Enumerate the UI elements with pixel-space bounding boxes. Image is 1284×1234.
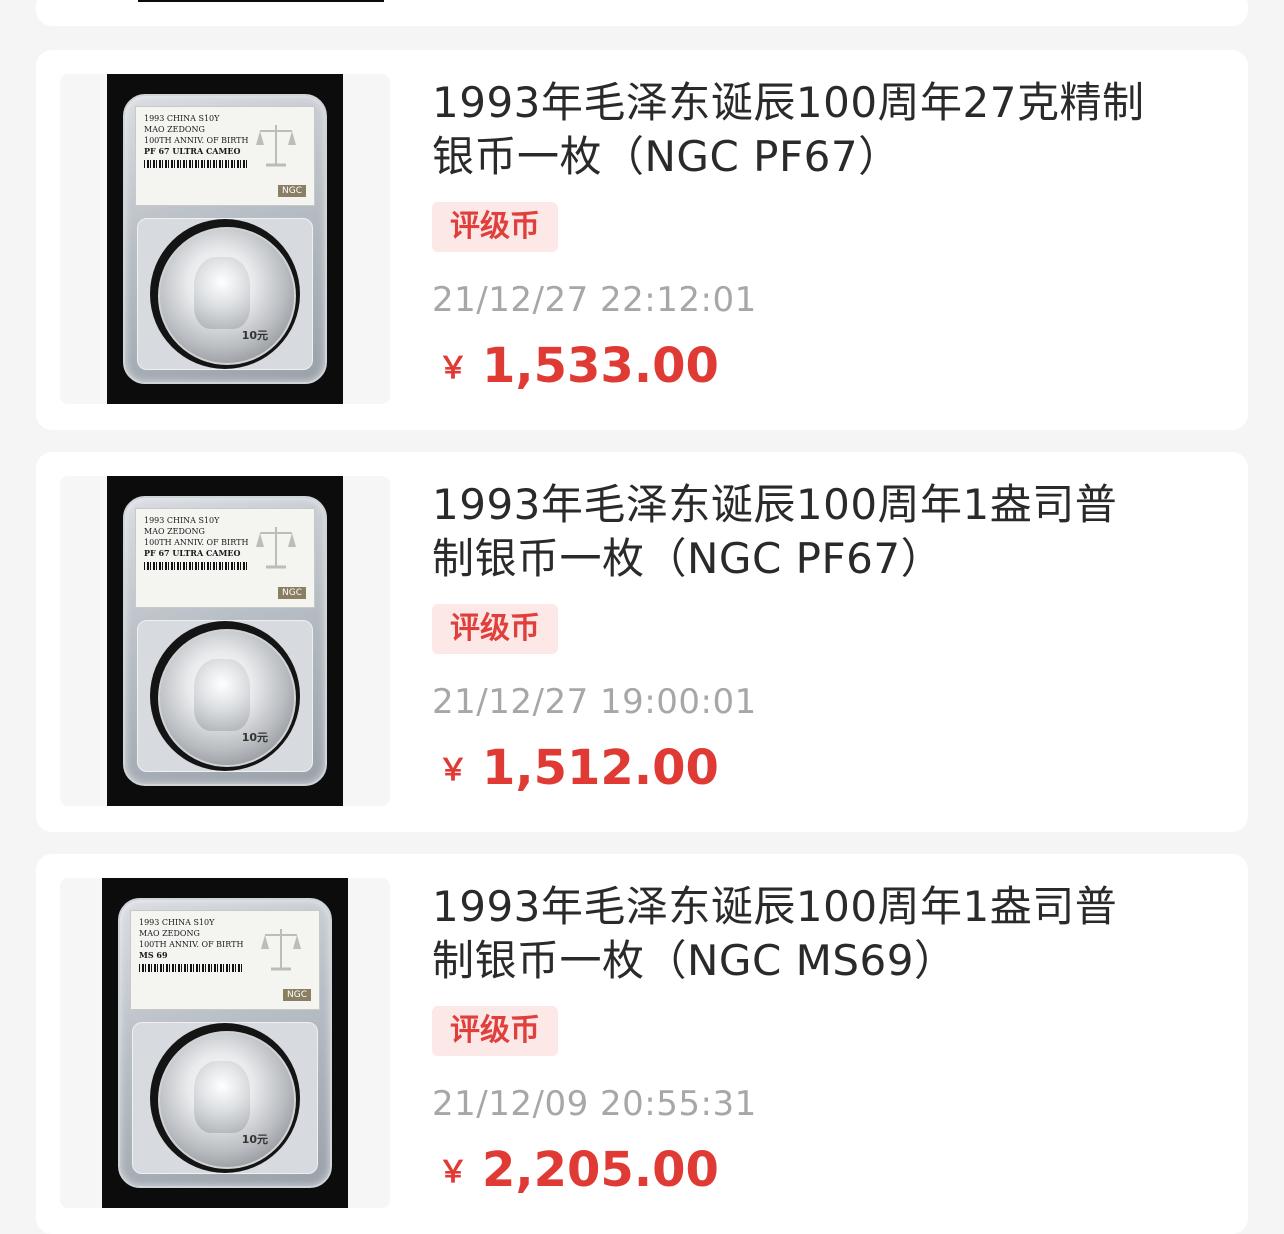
listing-title-line: 银币一枚（NGC PF67） <box>432 132 901 181</box>
ngc-logo: NGC <box>278 587 306 599</box>
listing-title[interactable]: 1993年毛泽东诞辰100周年1盎司普 制银币一枚（NGC PF67） <box>432 478 1212 586</box>
listing-title-line: 制银币一枚（NGC PF67） <box>432 534 944 583</box>
ngc-slab: 1993 CHINA S10Y MAO ZEDONG 100TH ANNIV. … <box>118 898 332 1188</box>
coin-portrait <box>194 257 250 329</box>
barcode-icon <box>144 562 248 570</box>
listing-title-line: 1993年毛泽东诞辰100周年1盎司普 <box>432 480 1118 529</box>
price-amount: 1,512.00 <box>482 740 719 796</box>
coin-portrait <box>194 659 250 731</box>
coin-icon: 10元 <box>158 1031 296 1169</box>
listing-time: 21/12/09 20:55:31 <box>432 1084 757 1124</box>
scale-icon <box>261 929 301 971</box>
listing-title[interactable]: 1993年毛泽东诞辰100周年1盎司普 制银币一枚（NGC MS69） <box>432 880 1212 988</box>
slab-label: 1993 CHINA S10Y MAO ZEDONG 100TH ANNIV. … <box>130 910 320 1010</box>
coin-icon: 10元 <box>158 629 296 767</box>
listing-card[interactable]: 1993 CHINA S10Y MAO ZEDONG 100TH ANNIV. … <box>36 854 1248 1234</box>
listing-thumbnail[interactable]: 1993 CHINA S10Y MAO ZEDONG 100TH ANNIV. … <box>60 878 390 1208</box>
currency-symbol: ￥ <box>438 753 468 788</box>
coin-holder: 10元 <box>132 1022 318 1174</box>
coin-holder: 10元 <box>137 620 313 772</box>
graded-coin-slab-photo: 1993 CHINA S10Y MAO ZEDONG 100TH ANNIV. … <box>107 476 343 806</box>
auction-results-list: 1993 CHINA S10Y MAO ZEDONG 100TH ANNIV. … <box>0 0 1284 1234</box>
barcode-icon <box>144 160 248 168</box>
listing-title-line: 1993年毛泽东诞辰100周年27克精制 <box>432 78 1145 127</box>
listing-card[interactable]: 1993 CHINA S10Y MAO ZEDONG 100TH ANNIV. … <box>36 452 1248 832</box>
price-amount: 1,533.00 <box>482 338 719 394</box>
currency-symbol: ￥ <box>438 1155 468 1190</box>
coin-denomination: 10元 <box>241 1133 268 1146</box>
ngc-slab: 1993 CHINA S10Y MAO ZEDONG 100TH ANNIV. … <box>123 94 327 384</box>
listing-title[interactable]: 1993年毛泽东诞辰100周年27克精制 银币一枚（NGC PF67） <box>432 76 1212 184</box>
coin-icon: 10元 <box>158 227 296 365</box>
barcode-icon <box>139 964 243 972</box>
graded-coin-tag: 评级币 <box>432 604 558 654</box>
listing-time: 21/12/27 19:00:01 <box>432 682 757 722</box>
listing-price: ￥ 2,205.00 <box>438 1142 719 1198</box>
listing-price: ￥ 1,533.00 <box>438 338 719 394</box>
coin-denomination: 10元 <box>241 329 268 342</box>
graded-coin-slab-photo: 1993 CHINA S10Y MAO ZEDONG 100TH ANNIV. … <box>102 878 348 1208</box>
ngc-logo: NGC <box>278 185 306 197</box>
listing-title-line: 1993年毛泽东诞辰100周年1盎司普 <box>432 882 1118 931</box>
listing-title-line: 制银币一枚（NGC MS69） <box>432 936 957 985</box>
graded-coin-tag: 评级币 <box>432 1006 558 1056</box>
coin-portrait <box>194 1061 250 1133</box>
graded-coin-tag: 评级币 <box>432 202 558 252</box>
scale-icon <box>256 527 296 569</box>
listing-thumbnail-partial <box>138 0 384 2</box>
price-amount: 2,205.00 <box>482 1142 719 1198</box>
listing-card-partial[interactable] <box>36 0 1248 26</box>
ngc-slab: 1993 CHINA S10Y MAO ZEDONG 100TH ANNIV. … <box>123 496 327 786</box>
currency-symbol: ￥ <box>438 351 468 386</box>
slab-label: 1993 CHINA S10Y MAO ZEDONG 100TH ANNIV. … <box>135 106 315 206</box>
graded-coin-slab-photo: 1993 CHINA S10Y MAO ZEDONG 100TH ANNIV. … <box>107 74 343 404</box>
listing-price: ￥ 1,512.00 <box>438 740 719 796</box>
scale-icon <box>256 125 296 167</box>
listing-thumbnail[interactable]: 1993 CHINA S10Y MAO ZEDONG 100TH ANNIV. … <box>60 74 390 404</box>
ngc-logo: NGC <box>283 989 311 1001</box>
listing-time: 21/12/27 22:12:01 <box>432 280 757 320</box>
listing-thumbnail[interactable]: 1993 CHINA S10Y MAO ZEDONG 100TH ANNIV. … <box>60 476 390 806</box>
listing-card[interactable]: 1993 CHINA S10Y MAO ZEDONG 100TH ANNIV. … <box>36 50 1248 430</box>
coin-holder: 10元 <box>137 218 313 370</box>
slab-label: 1993 CHINA S10Y MAO ZEDONG 100TH ANNIV. … <box>135 508 315 608</box>
coin-denomination: 10元 <box>241 731 268 744</box>
